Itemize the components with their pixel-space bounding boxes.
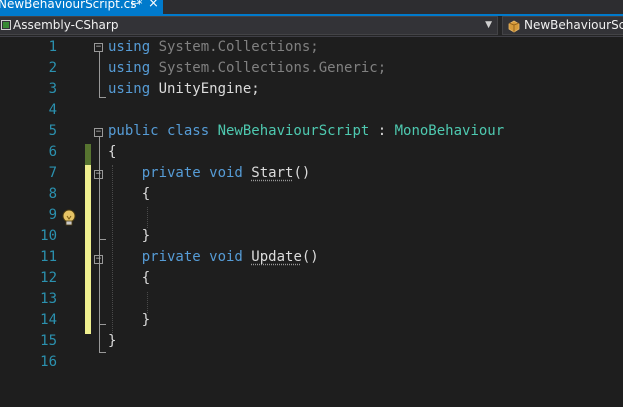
code-token: Start	[251, 165, 294, 181]
code-token: using	[108, 39, 159, 55]
code-line[interactable]: 10 }	[0, 226, 623, 247]
tab-title: NewBehaviourScript.cs*	[0, 0, 143, 11]
close-icon[interactable]: ×	[148, 0, 159, 10]
line-number: 10	[40, 228, 57, 244]
code-line[interactable]: 15}	[0, 331, 623, 352]
code-line[interactable]: 4	[0, 100, 623, 121]
line-number: 5	[48, 123, 57, 139]
code-token: NewBehaviourScript	[217, 123, 370, 139]
code-token: ()	[293, 165, 311, 181]
indent-guide	[147, 207, 148, 228]
code-token: {	[108, 270, 151, 286]
class-dropdown[interactable]: NewBehaviourScript	[502, 16, 623, 35]
code-text: private void Update()	[108, 247, 319, 268]
code-text: using System.Collections;	[108, 37, 319, 58]
code-token: }	[108, 228, 151, 244]
project-dropdown-label: Assembly-CSharp	[13, 18, 119, 32]
code-token: using	[108, 60, 159, 76]
outline-line	[99, 179, 100, 239]
code-token: }	[108, 312, 151, 328]
line-number: 15	[40, 333, 57, 349]
line-number: 1	[48, 39, 57, 55]
document-tab-strip: NewBehaviourScript.cs* ⊢ ×	[0, 0, 623, 16]
line-number: 16	[40, 354, 57, 370]
code-line[interactable]: 12 {	[0, 268, 623, 289]
code-token: System.Collections.Generic;	[158, 60, 387, 76]
code-text: private void Start()	[108, 163, 311, 184]
line-number: 14	[40, 312, 57, 328]
collapse-icon[interactable]: −	[94, 43, 103, 52]
saved-change-marker	[85, 144, 91, 165]
navigation-bar: Assembly-CSharp ▼ NewBehaviourScript	[0, 16, 623, 37]
collapse-icon[interactable]: −	[94, 255, 103, 264]
outline-end	[99, 239, 106, 240]
code-text: }	[108, 331, 116, 352]
code-token: }	[108, 333, 117, 349]
pin-icon[interactable]: ⊢	[131, 0, 140, 11]
code-line[interactable]: 8 {	[0, 184, 623, 205]
code-token: ()	[301, 249, 319, 265]
code-token: using	[108, 81, 159, 97]
code-text: {	[108, 268, 150, 289]
csharp-project-icon	[1, 20, 11, 30]
line-number: 7	[48, 165, 57, 181]
line-number: 8	[48, 186, 57, 202]
code-token: :	[369, 123, 395, 139]
line-number: 4	[48, 102, 57, 118]
class-dropdown-label: NewBehaviourScript	[524, 18, 623, 32]
code-line[interactable]: 14 }	[0, 310, 623, 331]
code-line[interactable]: 16	[0, 352, 623, 373]
outline-line	[99, 52, 100, 97]
lightbulb-icon[interactable]	[61, 209, 77, 227]
class-icon	[508, 20, 520, 33]
tab-newbehaviourscript[interactable]: NewBehaviourScript.cs* ⊢ ×	[0, 0, 163, 14]
line-number: 13	[40, 291, 57, 307]
code-token: private void	[108, 165, 252, 181]
code-text: }	[108, 226, 150, 247]
indent-guide	[147, 292, 148, 313]
collapse-icon[interactable]: −	[94, 170, 103, 179]
code-token: Update	[251, 249, 302, 265]
project-dropdown[interactable]: Assembly-CSharp ▼	[0, 16, 498, 35]
code-token: {	[108, 186, 151, 202]
line-number: 3	[48, 81, 57, 97]
code-text: using UnityEngine;	[108, 79, 260, 100]
code-token: private void	[108, 249, 252, 265]
line-number: 9	[48, 207, 57, 223]
outline-end	[99, 352, 106, 353]
code-text: using System.Collections.Generic;	[108, 58, 386, 79]
code-token: {	[108, 144, 117, 160]
code-text: {	[108, 184, 150, 205]
collapse-icon[interactable]: −	[94, 128, 103, 137]
code-line[interactable]: 13	[0, 289, 623, 310]
code-text: public class NewBehaviourScript : MonoBe…	[108, 121, 504, 142]
unsaved-change-marker	[85, 165, 91, 334]
outline-end	[99, 324, 106, 325]
code-token: UnityEngine;	[158, 81, 260, 97]
code-editor[interactable]: 1 using System.Collections; 2 using System.…	[0, 37, 623, 407]
outline-line	[99, 264, 100, 324]
code-text: {	[108, 142, 116, 163]
code-line[interactable]: 2 using System.Collections.Generic;	[0, 58, 623, 79]
line-number: 2	[48, 60, 57, 76]
code-line[interactable]: 3 using UnityEngine;	[0, 79, 623, 100]
outline-end	[99, 97, 106, 98]
indent-guide	[112, 165, 113, 333]
code-line[interactable]: 6{	[0, 142, 623, 163]
line-number: 11	[40, 249, 57, 265]
code-line[interactable]: 9	[0, 205, 623, 226]
chevron-down-icon: ▼	[485, 20, 492, 30]
code-token: MonoBehaviour	[394, 123, 505, 139]
code-token: public class	[108, 123, 218, 139]
line-number: 12	[40, 270, 57, 286]
line-number: 6	[48, 144, 57, 160]
code-text: }	[108, 310, 150, 331]
code-token: System.Collections;	[158, 39, 319, 55]
